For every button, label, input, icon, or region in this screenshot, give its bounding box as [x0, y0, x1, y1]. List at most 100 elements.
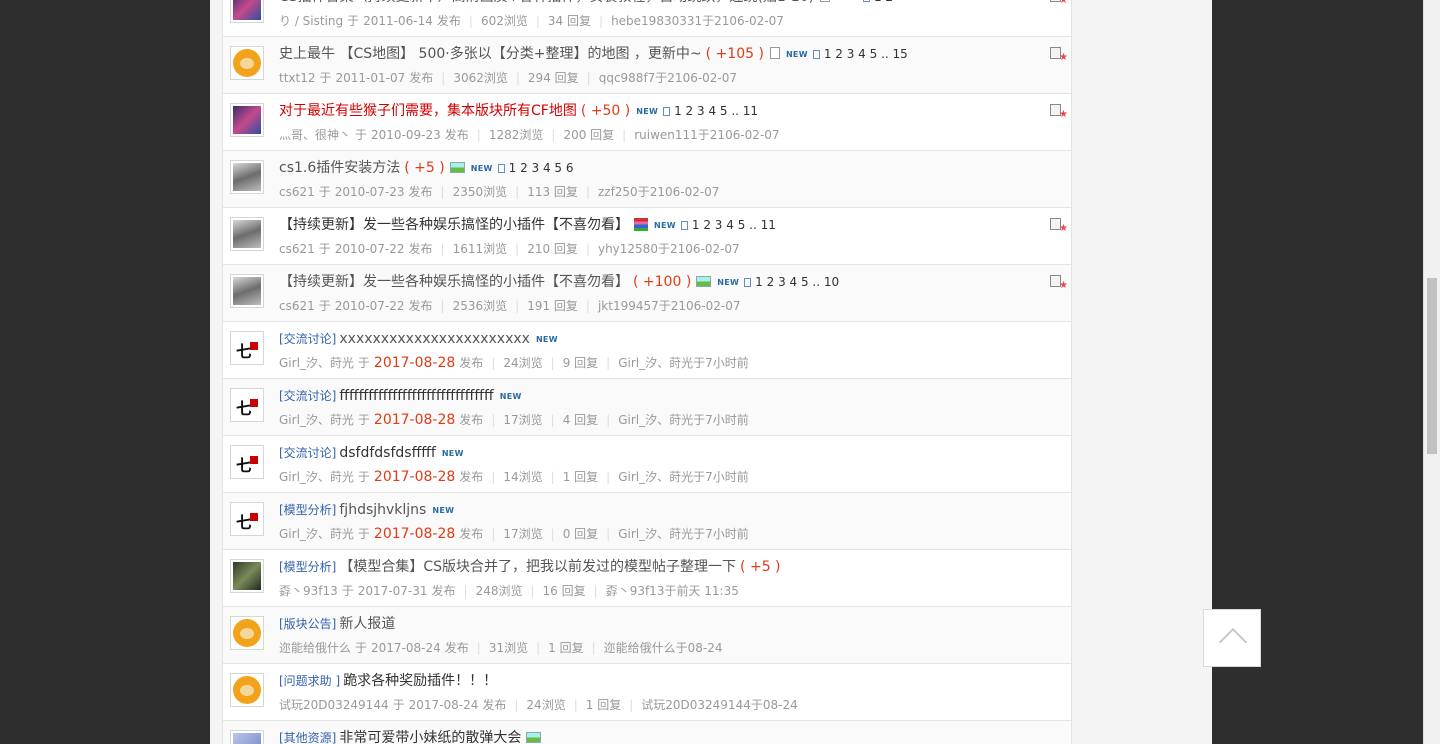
avatar[interactable] [230, 160, 264, 194]
thread-last-reply[interactable]: Girl_汐、莳光于7小时前 [618, 470, 749, 484]
thread-row[interactable]: 【持续更新】发一些各种娱乐搞怪的小插件【不喜勿看】 NEW 1 2 3 4 5 ..… [223, 208, 1071, 265]
page-scrollbar[interactable] [1423, 0, 1440, 744]
thread-last-reply[interactable]: jkt199457于2106-02-07 [598, 299, 741, 313]
thread-category-link[interactable]: [版块公告] [279, 617, 336, 631]
meta-divider: | [593, 584, 598, 598]
meta-divider: | [476, 128, 481, 142]
thread-title-link[interactable]: 史上最牛 【CS地图】 500·多张以【分类+整理】的地图 ，更新中~ [279, 46, 702, 62]
thread-pagination[interactable]: 1 2 3 4 5 6 [509, 161, 574, 175]
thread-post-date: 2017-08-28 [373, 526, 456, 542]
avatar[interactable] [230, 388, 264, 422]
thread-title-link[interactable]: dsfdfdsfdsfffff [339, 445, 435, 461]
thread-last-reply[interactable]: hebe19830331于2106-02-07 [611, 14, 784, 28]
new-badge: NEW [432, 506, 455, 515]
thread-pagination[interactable]: 1 2 3 4 5 .. 15 [824, 47, 908, 61]
thread-category-link[interactable]: [模型分析] [279, 560, 336, 574]
thread-author-link[interactable]: cs621 [279, 299, 315, 313]
avatar[interactable] [230, 730, 264, 744]
thread-last-reply[interactable]: zzf250于2106-02-07 [598, 185, 719, 199]
thread-title-link[interactable]: xxxxxxxxxxxxxxxxxxxxxxx [339, 331, 530, 347]
thread-views: 24浏览 [526, 698, 566, 712]
thread-row[interactable]: [模型分析] 【模型合集】CS版块合并了，把我以前发过的模型帖子整理一下( +5 … [223, 550, 1071, 607]
thread-author-link[interactable]: cs621 [279, 242, 315, 256]
thread-last-reply[interactable]: 迩能给俄什么于08-24 [604, 641, 723, 655]
avatar[interactable] [230, 46, 264, 80]
thread-replies: 1 回复 [548, 641, 584, 655]
thread-title-link[interactable]: fjhdsjhvkljns [339, 502, 426, 518]
thread-row[interactable]: 史上最牛 【CS地图】 500·多张以【分类+整理】的地图 ，更新中~( +10… [223, 37, 1071, 94]
thread-title-link[interactable]: 新人报道 [339, 616, 395, 632]
thread-last-reply[interactable]: ruiwen111于2106-02-07 [634, 128, 779, 142]
thread-author-link[interactable]: り / Sisting [279, 14, 343, 28]
thread-category-link[interactable]: [问题求助 ] [279, 674, 340, 688]
thread-row[interactable]: CS插件合集（持续更新中）高清画质+各种插件，安装教程，自动跳跃，连跳(贴1-1… [223, 0, 1071, 37]
thread-title-link[interactable]: 对于最近有些猴子们需要，集本版块所有CF地图 [279, 103, 577, 119]
thread-pagination[interactable]: 1 2 3 4 5 .. 11 [674, 104, 758, 118]
avatar[interactable] [230, 0, 264, 23]
avatar[interactable] [230, 217, 264, 251]
moderator-star-icon: ★ [1050, 275, 1068, 291]
thread-category-link[interactable]: [模型分析] [279, 503, 336, 517]
thread-row[interactable]: 对于最近有些猴子们需要，集本版块所有CF地图( +50 ) NEW 1 2 3 4 … [223, 94, 1071, 151]
avatar[interactable] [230, 559, 264, 593]
thread-row[interactable]: [问题求助 ] 跪求各种奖励插件！！！ 试玩20D03249144 于 2017-08-… [223, 664, 1071, 721]
thread-row[interactable]: 【持续更新】发一些各种娱乐搞怪的小插件【不喜勿看】( +100 ) NEW 1 2 … [223, 265, 1071, 322]
avatar[interactable] [230, 103, 264, 137]
thread-row[interactable]: [其他资源] 非常可爱带小妹纸的散弹大会 [223, 721, 1071, 744]
thread-title-link[interactable]: 非常可爱带小妹纸的散弹大会 [339, 730, 521, 744]
avatar[interactable] [230, 616, 264, 650]
thread-last-reply[interactable]: qqc988f7于2106-02-07 [599, 71, 737, 85]
thread-author-link[interactable]: cs621 [279, 185, 315, 199]
thread-category-link[interactable]: [交流讨论] [279, 389, 336, 403]
thread-category-link[interactable]: [交流讨论] [279, 446, 336, 460]
thread-pagination[interactable]: 1 2 3 4 5 .. 11 [692, 218, 776, 232]
thread-author-link[interactable]: Girl_汐、莳光 [279, 527, 354, 541]
thread-author-link[interactable]: Girl_汐、莳光 [279, 356, 354, 370]
thread-replies: 210 回复 [527, 242, 578, 256]
thread-title-link[interactable]: CS插件合集（持续更新中）高清画质+各种插件，安装教程，自动跳跃，连跳(贴1-1… [279, 0, 814, 5]
thread-title-link[interactable]: ffffffffffffffffffffffffffffffff [339, 388, 493, 404]
thread-author-link[interactable]: 试玩20D03249144 [279, 698, 389, 712]
thread-last-reply[interactable]: Girl_汐、莳光于7小时前 [618, 356, 749, 370]
thread-row[interactable]: cs1.6插件安装方法( +5 ) NEW 1 2 3 4 5 6 cs621 于 201… [223, 151, 1071, 208]
back-to-top-button[interactable] [1203, 609, 1261, 667]
thread-title-line: [交流讨论] ffffffffffffffffffffffffffffffff NE… [279, 386, 522, 406]
thread-post-date: 2017-08-24 [371, 641, 441, 655]
avatar[interactable] [230, 673, 264, 707]
thread-views: 17浏览 [503, 413, 543, 427]
thread-last-reply[interactable]: Girl_汐、莳光于7小时前 [618, 527, 749, 541]
thread-category-link[interactable]: [其他资源] [279, 731, 336, 744]
thread-author-link[interactable]: Girl_汐、莳光 [279, 413, 354, 427]
avatar[interactable] [230, 331, 264, 365]
thread-row[interactable]: [交流讨论]ffffffffffffffffffffffffffffffff NE… [223, 379, 1071, 436]
thread-author-link[interactable]: ttxt12 [279, 71, 316, 85]
thread-last-reply[interactable]: 试玩20D03249144于08-24 [641, 698, 797, 712]
thread-category-link[interactable]: [交流讨论] [279, 332, 336, 346]
thread-last-reply[interactable]: Girl_汐、莳光于7小时前 [618, 413, 749, 427]
avatar[interactable] [230, 502, 264, 536]
avatar[interactable] [230, 445, 264, 479]
thread-title-link[interactable]: 【模型合集】CS版块合并了，把我以前发过的模型帖子整理一下 [339, 559, 736, 575]
thread-row[interactable]: [版块公告] 新人报道 迩能给俄什么于 2017-08-24 发布 | 31浏览 | 1 回复 |… [223, 607, 1071, 664]
thread-last-reply[interactable]: yhy12580于2106-02-07 [598, 242, 740, 256]
thread-replies: 1 回复 [585, 698, 622, 712]
thread-pagination[interactable]: 1 2 3 4 5 .. 10 [755, 275, 839, 289]
thread-last-reply[interactable]: 孬丶93f13于前天 11:35 [606, 584, 739, 598]
thread-author-link[interactable]: 灬哥、很神丶 [279, 128, 351, 142]
meta-divider: | [440, 299, 445, 313]
archive-attachment-icon [634, 218, 648, 231]
thread-row[interactable]: [模型分析]fjhdsjhvkljns NEW Girl_汐、莳光于2017-08-… [223, 493, 1071, 550]
scrollbar-thumb[interactable] [1427, 278, 1437, 454]
thread-title-link[interactable]: 跪求各种奖励插件！！！ [343, 673, 497, 689]
thread-row[interactable]: [交流讨论]dsfdfdsfdsfffff NEW Girl_汐、莳光于2017-0… [223, 436, 1071, 493]
avatar[interactable] [230, 274, 264, 308]
thread-row[interactable]: [交流讨论]xxxxxxxxxxxxxxxxxxxxxxx NEW Girl_汐、莳… [223, 322, 1071, 379]
thread-author-link[interactable]: Girl_汐、莳光 [279, 470, 354, 484]
posted-label: 发布 [444, 641, 469, 655]
thread-title-link[interactable]: cs1.6插件安装方法 [279, 160, 400, 176]
thread-author-link[interactable]: 孬丶93f13 [279, 584, 338, 598]
thread-title-link[interactable]: 【持续更新】发一些各种娱乐搞怪的小插件【不喜勿看】 [279, 274, 629, 290]
thread-author-link[interactable]: 迩能给俄什么 [279, 641, 351, 655]
thread-pagination[interactable]: 1 2 [874, 0, 893, 4]
thread-title-link[interactable]: 【持续更新】发一些各种娱乐搞怪的小插件【不喜勿看】 [279, 217, 629, 233]
